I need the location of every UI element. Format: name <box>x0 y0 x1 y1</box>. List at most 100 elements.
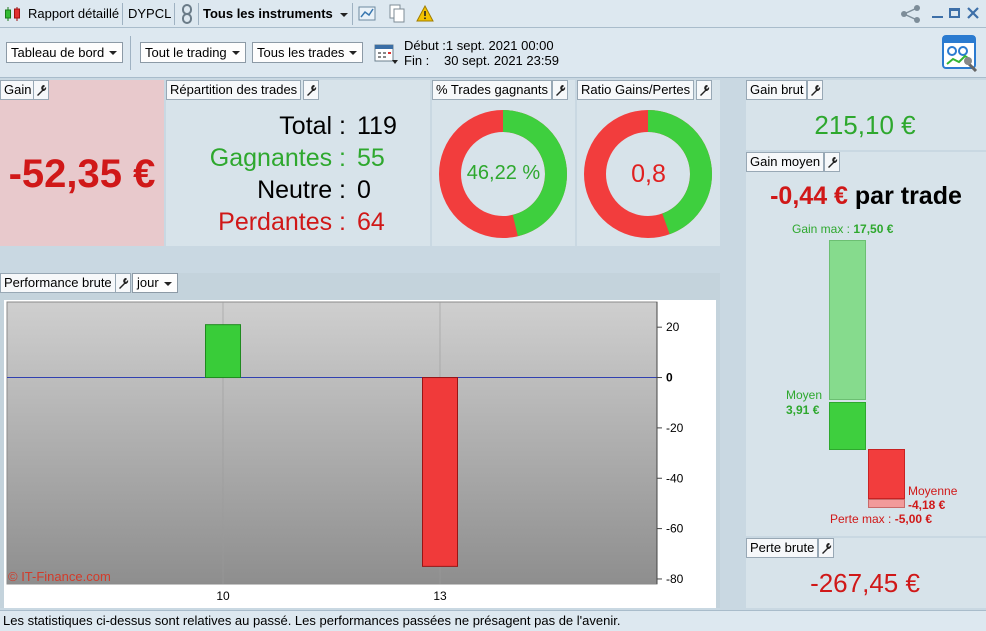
gain-loss-ratio-panel: Ratio Gains/Pertes 0,8 <box>577 80 720 246</box>
wrench-icon[interactable] <box>696 80 712 100</box>
y-tick-label: 20 <box>666 320 680 334</box>
period-dropdown[interactable]: jour <box>132 273 178 293</box>
plot-area <box>6 301 658 585</box>
winning-percent-panel: % Trades gagnants 46,22 % <box>432 80 575 246</box>
separator <box>198 3 199 25</box>
chevron-down-icon <box>163 282 172 286</box>
gain-panel: Gain -52,35 € <box>0 80 164 246</box>
average-loss-bar <box>868 449 905 499</box>
per-trade-label: par trade <box>854 182 962 210</box>
y-tick-label: -80 <box>666 572 684 586</box>
share-icon[interactable] <box>900 4 922 24</box>
candlestick-icon <box>4 6 22 22</box>
dashboard-dropdown[interactable]: Tableau de bord <box>6 42 124 63</box>
chart-export-icon[interactable] <box>358 5 378 23</box>
wrench-icon[interactable] <box>552 80 568 100</box>
chart-bar[interactable] <box>422 377 458 567</box>
instruments-label: Tous les instruments <box>203 6 333 21</box>
neutral-row: Neutre : <box>166 174 346 206</box>
wrench-icon[interactable] <box>33 80 49 100</box>
gross-loss-panel: Perte brute -267,45 € <box>746 538 986 608</box>
y-tick-label: -60 <box>666 522 684 536</box>
end-date: 30 sept. 2021 23:59 <box>444 53 559 68</box>
x-tick-label: 13 <box>433 589 447 603</box>
average-loss-label: Moyenne <box>908 484 958 498</box>
gross-loss-value: -267,45 € <box>810 568 920 598</box>
dashboard-label: Tableau de bord <box>11 45 105 60</box>
winning-value: 55 <box>357 144 385 172</box>
max-loss-caption: Perte max : -5,00 € <box>830 512 932 526</box>
average-win-value: 3,91 € <box>786 403 820 417</box>
symbol-label[interactable]: DYPCL <box>128 0 171 28</box>
max-gain-bar <box>829 240 866 400</box>
performance-title: Performance brute <box>0 273 116 293</box>
gross-gain-panel: Gain brut 215,10 € <box>746 80 986 150</box>
instruments-dropdown[interactable]: Tous les instruments <box>203 0 349 28</box>
max-loss-value: -5,00 € <box>894 512 933 526</box>
losing-label: Perdantes : <box>218 208 346 236</box>
distribution-panel-title: Répartition des trades <box>166 80 302 100</box>
trading-dropdown[interactable]: Tout le trading <box>140 42 246 63</box>
winning-percent-title: % Trades gagnants <box>432 80 553 100</box>
trades-label: Tous les trades <box>257 45 345 60</box>
max-gain-value: 17,50 € <box>853 222 894 236</box>
start-date: 1 sept. 2021 00:00 <box>445 38 554 53</box>
losing-row: Perdantes : <box>166 206 346 238</box>
wrench-icon[interactable] <box>115 273 131 293</box>
chevron-down-icon <box>231 51 240 55</box>
wrench-icon[interactable] <box>824 152 840 172</box>
gross-gain-value: 215,10 € <box>814 110 916 140</box>
average-win-caption: Moyen 3,91 € <box>786 388 822 418</box>
watermark: © IT-Finance.com <box>8 569 111 584</box>
wrench-icon[interactable] <box>818 538 834 558</box>
gain-value: -52,35 € <box>8 152 156 196</box>
maximize-icon[interactable] <box>949 8 960 18</box>
y-tick-label: -20 <box>666 421 684 435</box>
wrench-icon[interactable] <box>303 80 319 100</box>
neutral-value: 0 <box>357 176 371 204</box>
chevron-down-icon <box>340 12 349 17</box>
end-label: Fin : <box>404 53 430 68</box>
average-gain-title: Gain moyen <box>746 152 825 172</box>
winning-row: Gagnantes : <box>166 142 346 174</box>
link-icon[interactable] <box>180 4 194 24</box>
trade-distribution-panel: Répartition des trades Total : Gagnantes… <box>166 80 430 246</box>
average-win-label: Moyen <box>786 388 823 402</box>
separator <box>122 3 123 25</box>
trading-label: Tout le trading <box>145 45 227 60</box>
chevron-down-icon <box>109 51 118 55</box>
trades-dropdown[interactable]: Tous les trades <box>252 42 364 63</box>
performance-chart: 20 0 -20 -40 -60 -80 10 13 <box>4 300 716 608</box>
wrench-icon[interactable] <box>807 80 823 100</box>
separator <box>130 36 131 70</box>
max-gain-label: Gain max : <box>792 222 851 236</box>
warning-icon[interactable] <box>416 4 434 22</box>
status-bar: Les statistiques ci-dessus sont relative… <box>0 610 986 631</box>
max-gain-caption: Gain max : 17,50 € <box>792 222 893 236</box>
average-gain-line: -0,44 € par trade <box>746 182 986 211</box>
neutral-label: Neutre : <box>257 176 346 204</box>
average-win-bar <box>829 402 866 450</box>
chart-bar[interactable] <box>205 324 241 379</box>
toolbar: Tableau de bord Tout le trading Tous les… <box>0 28 986 78</box>
calendar-icon[interactable] <box>374 42 400 66</box>
copy-icon[interactable] <box>388 4 406 24</box>
ratio-panel-title: Ratio Gains/Pertes <box>577 80 695 100</box>
losing-value: 64 <box>357 208 385 236</box>
average-loss-caption: Moyenne -4,18 € <box>908 484 957 512</box>
average-loss-value: -4,18 € <box>908 498 946 512</box>
close-icon[interactable] <box>966 6 980 20</box>
start-label: Début : <box>404 38 446 53</box>
report-title: Rapport détaillé <box>28 6 120 21</box>
x-tick-label: 10 <box>216 589 230 603</box>
minimize-icon[interactable] <box>932 16 943 18</box>
winning-percent-value: 46,22 % <box>466 162 541 184</box>
gross-gain-title: Gain brut <box>746 80 808 100</box>
disclaimer-text: Les statistiques ci-dessus sont relative… <box>3 613 621 628</box>
chevron-down-icon <box>349 51 358 55</box>
date-range: Début :1 sept. 2021 00:00 Fin : 30 sept. … <box>404 38 559 68</box>
distribution-list: Total : Gagnantes : Neutre : Perdantes : <box>166 110 346 238</box>
period-label: jour <box>137 275 159 290</box>
ratio-value: 0,8 <box>631 160 666 188</box>
report-settings-icon[interactable] <box>941 34 979 73</box>
